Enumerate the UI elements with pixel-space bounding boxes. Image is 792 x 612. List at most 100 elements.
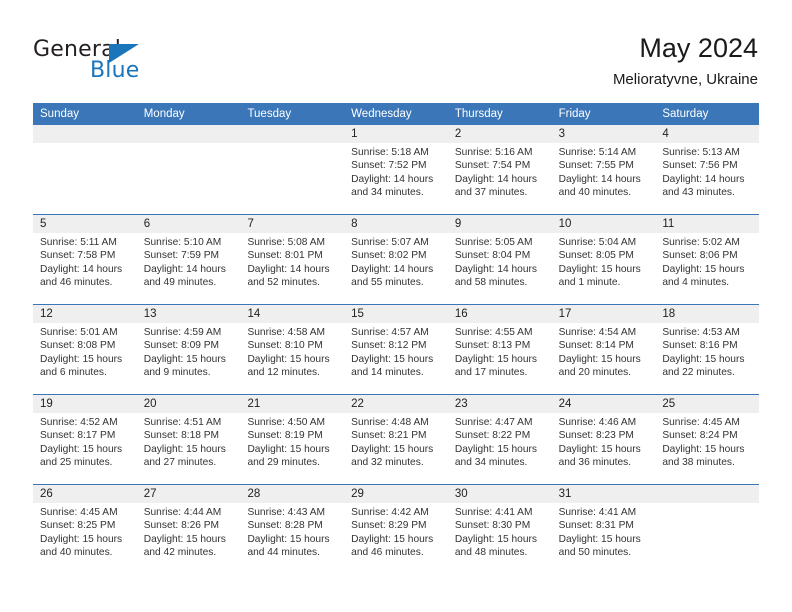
day-number: 8 [351, 218, 358, 230]
calendar-day-cell[interactable]: 20 Sunrise: 4:51 AM Sunset: 8:18 PM Dayligh… [137, 395, 241, 484]
day-detail-line: Daylight: 15 hours [454, 443, 537, 455]
calendar-day-cell[interactable]: 7 Sunrise: 5:08 AM Sunset: 8:01 PM Daylight… [240, 215, 344, 304]
calendar-day-cell[interactable]: 4 Sunrise: 5:13 AM Sunset: 7:56 PM Daylight… [655, 125, 759, 214]
day-detail-line: Daylight: 15 hours [40, 533, 123, 545]
day-number: 3 [558, 128, 565, 140]
day-detail-line: Sunset: 8:18 PM [143, 430, 220, 442]
day-detail-line: and 25 minutes. [40, 456, 113, 468]
day-detail-line: Daylight: 14 hours [454, 173, 537, 185]
day-detail-line: Daylight: 14 hours [247, 263, 330, 275]
calendar-day-cell[interactable]: 19 Sunrise: 4:52 AM Sunset: 8:17 PM Dayligh… [33, 395, 137, 484]
calendar-empty-cell [137, 125, 241, 214]
calendar-day-cell[interactable]: 8 Sunrise: 5:07 AM Sunset: 8:02 PM Daylight… [344, 215, 448, 304]
day-detail-line: Daylight: 15 hours [662, 443, 745, 455]
day-detail-line: Sunrise: 4:52 AM [40, 417, 118, 428]
day-detail-line: Daylight: 14 hours [351, 173, 434, 185]
day-number: 9 [454, 218, 462, 230]
day-number [40, 125, 137, 143]
weekday-header-monday: Monday [143, 108, 185, 120]
calendar-day-cell[interactable]: 23 Sunrise: 4:47 AM Sunset: 8:22 PM Dayligh… [448, 395, 552, 484]
day-details: Sunrise: 4:43 AM Sunset: 8:28 PM Daylight:… [247, 506, 344, 559]
calendar-day-cell[interactable]: 28 Sunrise: 4:43 AM Sunset: 8:28 PM Dayligh… [240, 485, 344, 574]
calendar-day-cell[interactable]: 15 Sunrise: 4:57 AM Sunset: 8:12 PM Dayligh… [344, 305, 448, 394]
day-number: 25 [662, 398, 676, 410]
day-detail-line: Sunset: 8:26 PM [143, 520, 220, 532]
day-detail-line: Sunset: 8:25 PM [40, 520, 116, 532]
day-detail-line: Sunset: 7:59 PM [143, 250, 220, 262]
day-number [144, 125, 241, 143]
day-details: Sunrise: 4:44 AM Sunset: 8:26 PM Daylight:… [144, 506, 241, 559]
day-detail-line: Sunset: 7:55 PM [558, 160, 634, 172]
calendar-day-cell[interactable]: 9 Sunrise: 5:05 AM Sunset: 8:04 PM Daylight… [448, 215, 552, 304]
day-detail-line: Daylight: 15 hours [247, 443, 330, 455]
day-number: 20 [143, 398, 157, 410]
calendar-day-cell[interactable]: 22 Sunrise: 4:48 AM Sunset: 8:21 PM Dayligh… [344, 395, 448, 484]
calendar-day-cell[interactable]: 21 Sunrise: 4:50 AM Sunset: 8:19 PM Dayligh… [240, 395, 344, 484]
day-detail-line: and 6 minutes. [40, 366, 107, 378]
day-detail-line: and 34 minutes. [454, 456, 528, 468]
calendar-day-cell[interactable]: 12 Sunrise: 5:01 AM Sunset: 8:08 PM Dayligh… [33, 305, 137, 394]
day-number: 6 [143, 218, 151, 230]
day-detail-line: Daylight: 15 hours [558, 443, 641, 455]
day-detail-line: and 37 minutes. [454, 186, 528, 198]
calendar-day-cell[interactable]: 1 Sunrise: 5:18 AM Sunset: 7:52 PM Daylight… [344, 125, 448, 214]
day-details: Sunrise: 5:14 AM Sunset: 7:55 PM Daylight:… [559, 146, 656, 199]
day-details: Sunrise: 4:53 AM Sunset: 8:16 PM Daylight:… [662, 326, 759, 379]
day-detail-line: and 32 minutes. [351, 456, 424, 468]
day-details: Sunrise: 5:04 AM Sunset: 8:05 PM Daylight:… [559, 236, 656, 289]
day-detail-line: Daylight: 15 hours [40, 353, 123, 365]
day-detail-line: Sunset: 7:56 PM [662, 160, 738, 172]
day-detail-line: Sunrise: 5:08 AM [247, 237, 326, 248]
calendar-day-cell[interactable]: 18 Sunrise: 4:53 AM Sunset: 8:16 PM Dayligh… [655, 305, 759, 394]
calendar-day-cell[interactable]: 25 Sunrise: 4:45 AM Sunset: 8:24 PM Dayligh… [655, 395, 759, 484]
calendar-day-cell[interactable]: 31 Sunrise: 4:41 AM Sunset: 8:31 PM Dayligh… [552, 485, 656, 574]
calendar-day-cell[interactable]: 16 Sunrise: 4:55 AM Sunset: 8:13 PM Dayligh… [448, 305, 552, 394]
day-details: Sunrise: 4:48 AM Sunset: 8:21 PM Daylight:… [351, 416, 448, 469]
day-detail-line: and 52 minutes. [247, 276, 320, 288]
day-detail-line: Daylight: 15 hours [558, 533, 641, 545]
day-detail-line: Sunrise: 4:50 AM [247, 417, 326, 428]
calendar-day-cell[interactable]: 5 Sunrise: 5:11 AM Sunset: 7:58 PM Daylight… [33, 215, 137, 304]
day-details: Sunrise: 4:45 AM Sunset: 8:24 PM Daylight:… [662, 416, 759, 469]
day-detail-line: and 55 minutes. [351, 276, 424, 288]
calendar-day-cell[interactable]: 29 Sunrise: 4:42 AM Sunset: 8:29 PM Dayligh… [344, 485, 448, 574]
calendar-day-cell[interactable]: 2 Sunrise: 5:16 AM Sunset: 7:54 PM Daylight… [448, 125, 552, 214]
day-detail-line: Sunrise: 5:05 AM [454, 237, 533, 248]
day-detail-line: Sunset: 8:12 PM [351, 340, 427, 352]
calendar-day-cell[interactable]: 10 Sunrise: 5:04 AM Sunset: 8:05 PM Dayligh… [552, 215, 656, 304]
day-number: 2 [454, 128, 462, 140]
day-number: 7 [247, 218, 254, 230]
calendar-day-cell[interactable]: 17 Sunrise: 4:54 AM Sunset: 8:14 PM Dayligh… [552, 305, 656, 394]
day-detail-line: and 12 minutes. [247, 366, 320, 378]
calendar-day-cell[interactable]: 11 Sunrise: 5:02 AM Sunset: 8:06 PM Dayligh… [655, 215, 759, 304]
day-detail-line: Daylight: 14 hours [143, 263, 226, 275]
calendar-empty-cell [240, 125, 344, 214]
day-number: 18 [662, 308, 676, 320]
calendar-day-cell[interactable]: 13 Sunrise: 4:59 AM Sunset: 8:09 PM Dayligh… [137, 305, 241, 394]
day-detail-line: and 42 minutes. [143, 546, 217, 558]
day-details: Sunrise: 4:52 AM Sunset: 8:17 PM Daylight:… [40, 416, 137, 469]
general-blue-logo[interactable]: General Blue [33, 38, 163, 84]
calendar-day-cell[interactable]: 30 Sunrise: 4:41 AM Sunset: 8:30 PM Dayligh… [448, 485, 552, 574]
day-detail-line: Sunset: 8:24 PM [662, 430, 738, 442]
day-detail-line: Daylight: 15 hours [143, 443, 226, 455]
day-detail-line: and 27 minutes. [143, 456, 217, 468]
day-detail-line: Sunset: 8:10 PM [247, 340, 323, 352]
day-detail-line: and 14 minutes. [351, 366, 424, 378]
calendar-day-cell[interactable]: 24 Sunrise: 4:46 AM Sunset: 8:23 PM Dayligh… [552, 395, 656, 484]
day-detail-line: Daylight: 15 hours [143, 533, 226, 545]
calendar-day-cell[interactable]: 3 Sunrise: 5:14 AM Sunset: 7:55 PM Daylight… [552, 125, 656, 214]
day-detail-line: Sunrise: 4:45 AM [662, 417, 740, 428]
day-detail-line: Sunrise: 4:46 AM [558, 417, 637, 428]
day-number: 15 [351, 308, 364, 320]
calendar-day-cell[interactable]: 14 Sunrise: 4:58 AM Sunset: 8:10 PM Dayligh… [240, 305, 344, 394]
day-detail-line: and 48 minutes. [454, 546, 528, 558]
day-detail-line: and 46 minutes. [40, 276, 113, 288]
calendar-day-cell[interactable]: 26 Sunrise: 4:45 AM Sunset: 8:25 PM Dayligh… [33, 485, 137, 574]
calendar-day-cell[interactable]: 27 Sunrise: 4:44 AM Sunset: 8:26 PM Dayligh… [137, 485, 241, 574]
title-block: May 2024 Melioratyvne, Ukraine [613, 32, 758, 89]
calendar-day-cell[interactable]: 6 Sunrise: 5:10 AM Sunset: 7:59 PM Daylight… [137, 215, 241, 304]
day-details: Sunrise: 4:42 AM Sunset: 8:29 PM Daylight:… [351, 506, 448, 559]
page-title: May 2024 [639, 33, 758, 63]
logo-text-blue: Blue [90, 58, 140, 83]
